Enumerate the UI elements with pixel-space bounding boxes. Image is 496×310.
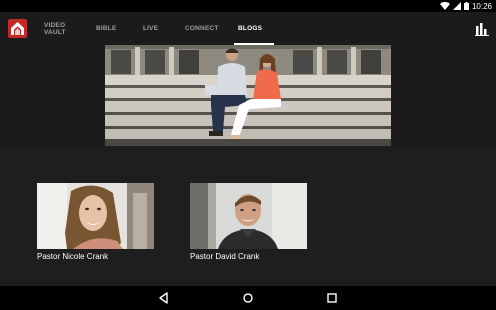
status-time: 10:26: [471, 1, 492, 11]
tab-label-line1: VIDEO: [44, 21, 66, 29]
recent-apps-icon[interactable]: [325, 291, 339, 305]
tab-bar: VIDEO VAULT BIBLE LIVE CONNECT BLOGS: [40, 12, 274, 45]
tab-label: CONNECT: [185, 25, 219, 32]
blog-author-name: Pastor Nicole Crank: [37, 252, 109, 261]
couple-sitting-on-steps-photo[interactable]: [105, 45, 391, 146]
home-icon[interactable]: [241, 291, 255, 305]
david-crank-portrait: [190, 183, 307, 249]
church-logo-icon[interactable]: [8, 19, 27, 38]
bar-chart-icon[interactable]: [475, 22, 489, 36]
blog-author-name: Pastor David Crank: [190, 252, 260, 261]
blog-card-david-crank[interactable]: Pastor David Crank: [190, 183, 307, 261]
tab-label: BIBLE: [96, 25, 117, 32]
tab-live[interactable]: LIVE: [139, 12, 181, 45]
tab-connect[interactable]: CONNECT: [181, 12, 234, 45]
tab-label-line2: VAULT: [44, 28, 66, 36]
status-icons: 10:26: [439, 0, 492, 12]
tab-label: LIVE: [143, 25, 159, 32]
app-bar: VIDEO VAULT BIBLE LIVE CONNECT BLOGS: [0, 12, 496, 45]
tab-bible[interactable]: BIBLE: [92, 12, 139, 45]
back-icon[interactable]: [157, 291, 171, 305]
nicole-crank-portrait: [37, 183, 154, 249]
blog-card-nicole-crank[interactable]: Pastor Nicole Crank: [37, 183, 154, 261]
system-nav-bar: [0, 286, 496, 310]
tab-video-vault[interactable]: VIDEO VAULT: [40, 12, 92, 45]
tab-label: BLOGS: [238, 25, 263, 32]
tab-blogs[interactable]: BLOGS: [234, 12, 274, 45]
status-bar: 10:26: [0, 0, 496, 12]
